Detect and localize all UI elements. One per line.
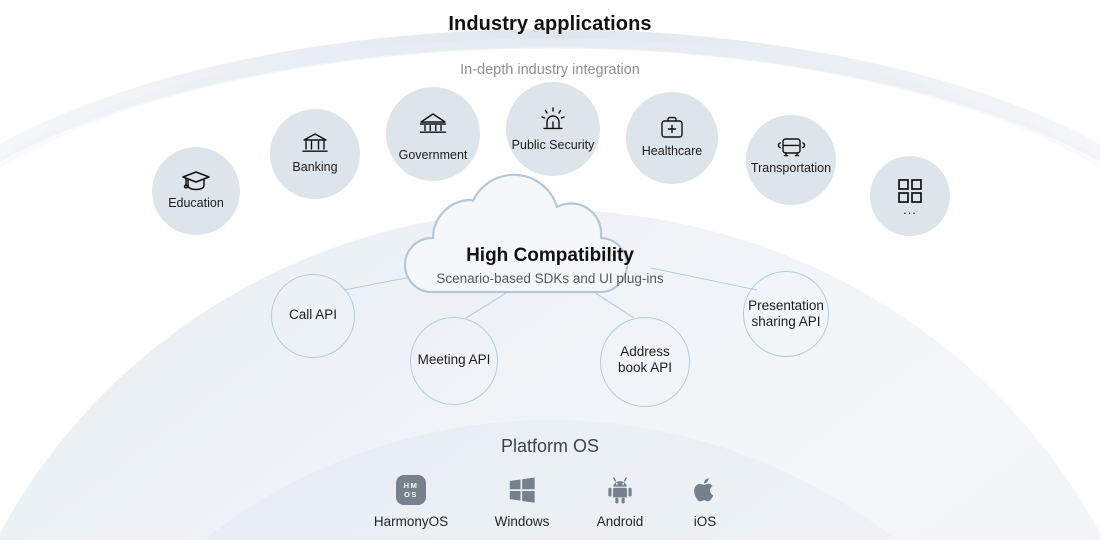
api-label-presentation-sharing: Presentation sharing API [748,298,824,330]
os-item-ios[interactable]: iOS [655,474,755,529]
os-label-harmonyos: HarmonyOS [373,514,449,529]
grid-apps-icon [897,178,923,204]
os-item-harmonyos[interactable]: HM OS HarmonyOS [361,474,461,529]
diagram-canvas: Industry applications In-depth industry … [0,0,1100,540]
api-label-call: Call API [288,307,338,322]
graduation-cap-icon [180,168,212,194]
industry-label-transportation: Transportation [750,161,832,175]
harmonyos-glyph-top: HM [403,481,419,490]
os-item-windows[interactable]: Windows [472,474,572,529]
industry-label-banking: Banking [292,160,338,174]
medical-kit-icon [658,115,686,142]
os-label-ios: iOS [693,514,717,529]
industry-label-public-security: Public Security [511,138,595,152]
cloud-subtitle: Scenario-based SDKs and UI plug-ins [436,271,664,286]
harmonyos-icon: HM OS [361,474,461,508]
cloud-title: High Compatibility [466,245,634,266]
api-label-meeting: Meeting API [417,352,491,367]
siren-icon [538,106,568,134]
api-label-address-book: Address book API [617,344,673,376]
apple-icon [655,474,755,508]
windows-icon [472,474,572,508]
os-label-windows: Windows [494,514,550,529]
bank-icon [301,131,329,156]
industry-label-more: ... [903,202,917,217]
platform-os-title: Platform OS [500,436,600,456]
page-subtitle: In-depth industry integration [460,62,640,78]
industry-label-education: Education [168,196,224,210]
industry-label-healthcare: Healthcare [641,144,703,158]
page-title: Industry applications [448,13,652,35]
harmonyos-glyph-bottom: OS [403,490,419,499]
government-icon [418,111,448,137]
background-decoration [0,29,1100,540]
industry-label-government: Government [398,148,468,162]
bus-icon [777,136,806,160]
